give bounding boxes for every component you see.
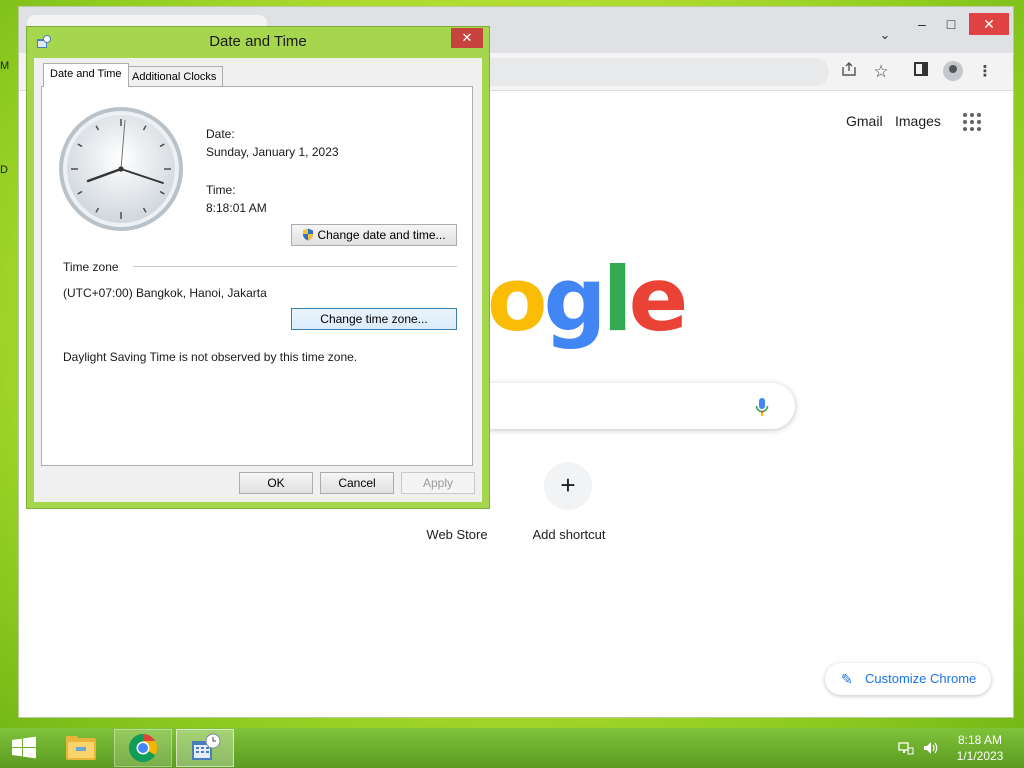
chrome-logo-icon — [129, 734, 157, 762]
taskbar: 8:18 AM 1/1/2023 — [0, 728, 1024, 768]
time-value: 8:18:01 AM — [206, 201, 267, 215]
change-date-and-time-button[interactable]: Change date and time... — [291, 224, 457, 246]
side-panel-icon[interactable] — [909, 61, 933, 85]
cancel-button[interactable]: Cancel — [320, 472, 394, 494]
apply-button[interactable]: Apply — [401, 472, 475, 494]
time-zone-divider — [133, 266, 457, 267]
change-date-and-time-label: Change date and time... — [317, 228, 446, 242]
start-button[interactable] — [4, 732, 44, 764]
tab-additional-clocks[interactable]: Additional Clocks — [125, 66, 224, 88]
profile-icon[interactable] — [941, 61, 965, 85]
menu-icon[interactable]: ⋮ — [973, 61, 997, 85]
taskbar-clock-date[interactable]: 1/1/2023 — [940, 749, 1020, 763]
date-label: Date: — [206, 127, 235, 141]
folder-icon — [66, 736, 96, 760]
maximize-icon[interactable]: □ — [936, 13, 966, 35]
tab-panel-date-and-time: Date: Sunday, January 1, 2023 Time: 8:18… — [41, 86, 473, 466]
change-time-zone-button[interactable]: Change time zone... — [291, 308, 457, 330]
taskbar-date-and-time[interactable] — [176, 729, 234, 767]
google-apps-icon[interactable] — [963, 113, 981, 131]
date-and-time-dialog: Date and Time ✕ Additional Clocks Date: … — [26, 26, 490, 509]
taskbar-clock-time[interactable]: 8:18 AM — [940, 733, 1020, 747]
analog-clock — [59, 107, 183, 231]
customize-chrome-label: Customize Chrome — [865, 671, 977, 686]
gmail-link[interactable]: Gmail — [846, 113, 883, 129]
customize-chrome-button[interactable]: ✎ Customize Chrome — [825, 663, 991, 695]
add-shortcut-button[interactable]: + — [544, 462, 592, 510]
dialog-close-button[interactable]: ✕ — [451, 28, 483, 48]
taskbar-google-chrome[interactable] — [114, 729, 172, 767]
tab-search-chevron-down-icon[interactable]: ⌄ — [875, 27, 895, 47]
dialog-body: Additional Clocks Date: Sunday, January … — [34, 58, 482, 502]
add-shortcut-label[interactable]: Add shortcut — [519, 527, 619, 542]
volume-icon[interactable] — [922, 740, 940, 756]
minimize-icon[interactable]: – — [907, 13, 937, 35]
close-icon[interactable]: ✕ — [969, 13, 1009, 35]
share-icon[interactable] — [837, 61, 861, 85]
time-label: Time: — [206, 183, 236, 197]
pencil-icon: ✎ — [841, 671, 853, 687]
desktop-icon-fragment[interactable]: M — [0, 60, 10, 74]
address-bar[interactable] — [459, 58, 829, 86]
calendar-clock-icon — [192, 733, 221, 760]
star-icon[interactable]: ☆ — [869, 61, 893, 85]
google-logo: ogle — [487, 248, 688, 351]
network-icon[interactable] — [898, 740, 914, 756]
shortcut-web-store[interactable]: Web Store — [409, 527, 505, 542]
microphone-icon[interactable] — [755, 397, 769, 419]
desktop-icon-fragment[interactable]: D — [0, 164, 10, 178]
dst-note: Daylight Saving Time is not observed by … — [63, 350, 358, 364]
windows-logo-icon — [12, 736, 36, 759]
images-link[interactable]: Images — [895, 113, 941, 129]
ok-button[interactable]: OK — [239, 472, 313, 494]
time-zone-heading: Time zone — [63, 260, 119, 274]
date-value: Sunday, January 1, 2023 — [206, 145, 339, 159]
uac-shield-icon — [303, 228, 314, 241]
tab-date-and-time[interactable]: Date and Time — [43, 63, 129, 87]
time-zone-value: (UTC+07:00) Bangkok, Hanoi, Jakarta — [63, 286, 267, 300]
dialog-title: Date and Time — [209, 33, 307, 50]
taskbar-file-explorer[interactable] — [52, 729, 110, 767]
